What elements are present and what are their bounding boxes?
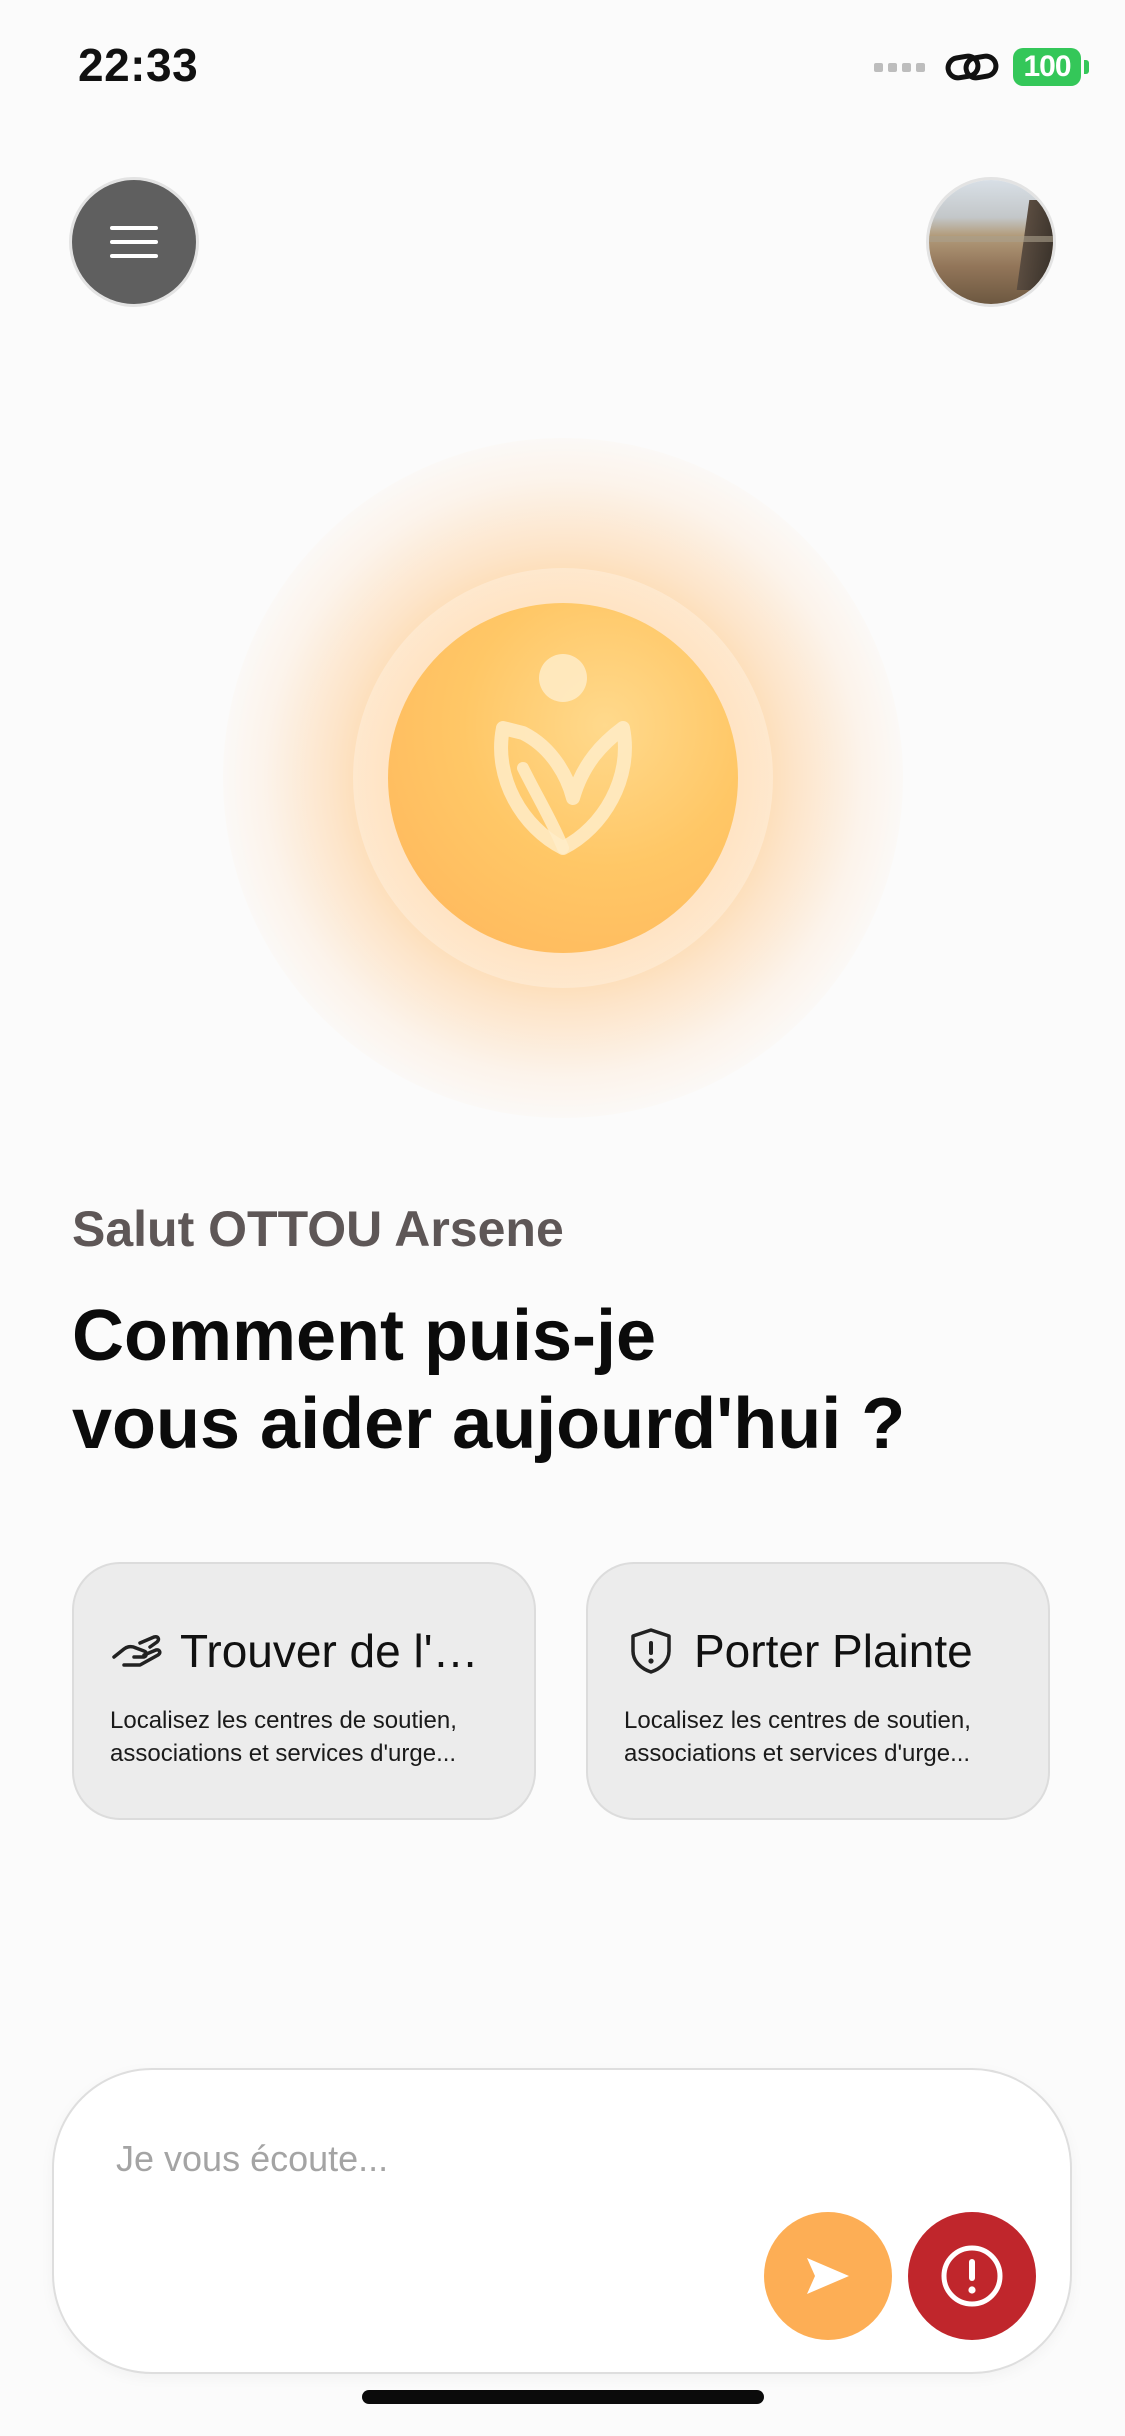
headline-line-1: Comment puis-je (72, 1296, 657, 1376)
headline-line-2: vous aider aujourd'hui ? (72, 1384, 906, 1464)
home-indicator[interactable] (362, 2390, 764, 2404)
find-help-card[interactable]: Trouver de l'a... Localisez les centres … (72, 1562, 536, 1820)
file-complaint-card[interactable]: Porter Plainte Localisez les centres de … (586, 1562, 1050, 1820)
emergency-alert-button[interactable] (908, 2212, 1036, 2340)
menu-button[interactable] (72, 180, 196, 304)
send-icon (807, 2258, 849, 2294)
app-logo-icon (494, 654, 632, 855)
battery-icon: 100 (1013, 48, 1089, 86)
exclamation-circle-icon (941, 2245, 1003, 2307)
message-composer (52, 2068, 1072, 2374)
card-title: Porter Plainte (694, 1625, 973, 1677)
page-title: Comment puis-je vous aider aujourd'hui ? (72, 1292, 905, 1468)
profile-avatar[interactable] (929, 180, 1053, 304)
status-indicators: 100 (874, 48, 1089, 86)
card-title: Trouver de l'a... (180, 1625, 496, 1677)
signal-dots-icon (874, 62, 925, 72)
hamburger-menu-icon (110, 226, 158, 258)
send-button[interactable] (764, 2212, 892, 2340)
greeting-text: Salut OTTOU Arsene (72, 1201, 564, 1257)
status-time: 22:33 (78, 39, 199, 91)
helping-hand-icon (112, 1635, 162, 1667)
link-icon (945, 53, 999, 81)
shield-alert-icon (631, 1628, 671, 1674)
assistant-orb[interactable] (223, 438, 903, 1118)
card-description: Localisez les centres de soutien, associ… (110, 1707, 457, 1767)
card-description: Localisez les centres de soutien, associ… (624, 1707, 971, 1767)
message-input[interactable] (114, 2128, 818, 2190)
